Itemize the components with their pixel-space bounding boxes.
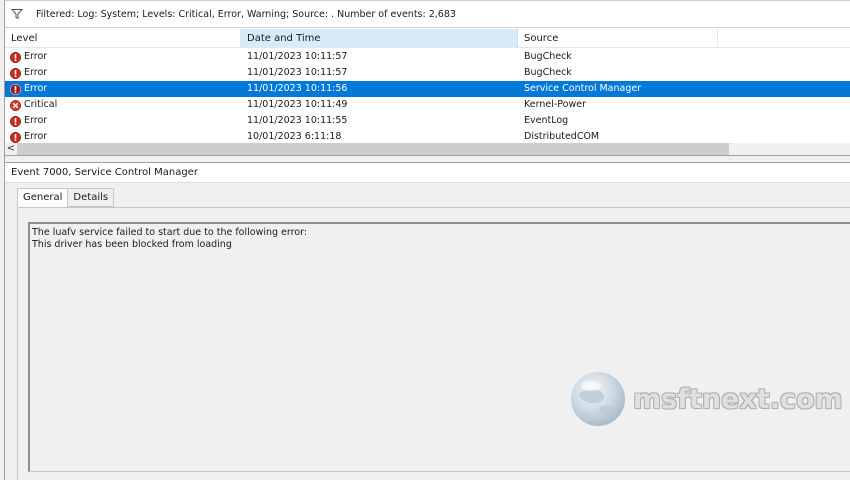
- cell-level: Critical: [5, 97, 241, 113]
- filter-bar: Filtered: Log: System; Levels: Critical,…: [5, 0, 850, 28]
- cell-date-and-time: 11/01/2023 10:11:55: [247, 115, 348, 126]
- level-text: Error: [24, 51, 48, 62]
- globe-icon: [571, 372, 625, 426]
- table-header: Level Date and Time Source: [5, 29, 850, 48]
- scroll-left-arrow[interactable]: <: [5, 143, 17, 155]
- cell-date-and-time: 11/01/2023 10:11:49: [247, 99, 348, 110]
- table-row[interactable]: Error 11/01/2023 10:11:57 BugCheck: [5, 65, 850, 81]
- column-header-filler: [718, 29, 850, 48]
- table-row[interactable]: Error 11/01/2023 10:11:57 BugCheck: [5, 49, 850, 65]
- column-header-level[interactable]: Level: [5, 29, 241, 48]
- general-tab-page: The luafv service failed to start due to…: [17, 207, 850, 480]
- cell-source: Service Control Manager: [524, 83, 642, 94]
- watermark: msftnext.com: [569, 370, 843, 428]
- filter-description: Filtered: Log: System; Levels: Critical,…: [36, 8, 456, 20]
- watermark-text: msftnext.com: [633, 383, 843, 415]
- cell-level: Error: [5, 81, 241, 97]
- events-table[interactable]: Level Date and Time Source Error 11/01/20…: [5, 29, 850, 155]
- error-icon: [10, 83, 21, 95]
- event-viewer-panel: Filtered: Log: System; Levels: Critical,…: [4, 0, 850, 480]
- horizontal-scrollbar[interactable]: <: [5, 143, 850, 155]
- event-details-pane: Event 7000, Service Control Manager Gene…: [5, 163, 850, 480]
- level-text: Critical: [24, 99, 58, 110]
- tab-details[interactable]: Details: [68, 188, 115, 207]
- cell-source: Kernel-Power: [524, 99, 586, 110]
- cell-source: BugCheck: [524, 67, 572, 78]
- event-message-line: The luafv service failed to start due to…: [32, 227, 308, 238]
- cell-date-and-time: 11/01/2023 10:11:56: [247, 83, 348, 94]
- cell-source: BugCheck: [524, 51, 572, 62]
- event-details-title: Event 7000, Service Control Manager: [5, 163, 850, 183]
- funnel-icon: [11, 9, 23, 20]
- table-row[interactable]: Critical 11/01/2023 10:11:49 Kernel-Power: [5, 97, 850, 113]
- tab-general[interactable]: General: [17, 188, 69, 208]
- cell-level: Error: [5, 65, 241, 81]
- pane-splitter[interactable]: [5, 155, 850, 163]
- table-body: Error 11/01/2023 10:11:57 BugCheck Error 11…: [5, 49, 850, 145]
- event-message-line: This driver has been blocked from loadin…: [32, 239, 232, 250]
- error-icon: [10, 115, 21, 127]
- cell-date-and-time: 11/01/2023 10:11:57: [247, 51, 348, 62]
- error-icon: [10, 51, 21, 63]
- column-header-date-and-time[interactable]: Date and Time: [241, 29, 518, 48]
- critical-icon: [10, 99, 21, 111]
- error-icon: [10, 67, 21, 79]
- event-message-box[interactable]: The luafv service failed to start due to…: [28, 222, 850, 472]
- table-row[interactable]: Error 11/01/2023 10:11:56 Service Control …: [5, 81, 850, 97]
- details-tabs: General Details: [17, 188, 115, 208]
- level-text: Error: [24, 67, 48, 78]
- scrollbar-track[interactable]: [729, 143, 850, 155]
- cell-date-and-time: 11/01/2023 10:11:57: [247, 67, 348, 78]
- table-row[interactable]: Error 11/01/2023 10:11:55 EventLog: [5, 113, 850, 129]
- cell-source: EventLog: [524, 115, 569, 126]
- column-header-source[interactable]: Source: [518, 29, 718, 48]
- level-text: Error: [24, 115, 48, 126]
- cell-level: Error: [5, 49, 241, 65]
- error-icon: [10, 131, 21, 143]
- cell-level: Error: [5, 113, 241, 129]
- scrollbar-thumb[interactable]: [17, 143, 729, 155]
- level-text: Error: [24, 83, 48, 94]
